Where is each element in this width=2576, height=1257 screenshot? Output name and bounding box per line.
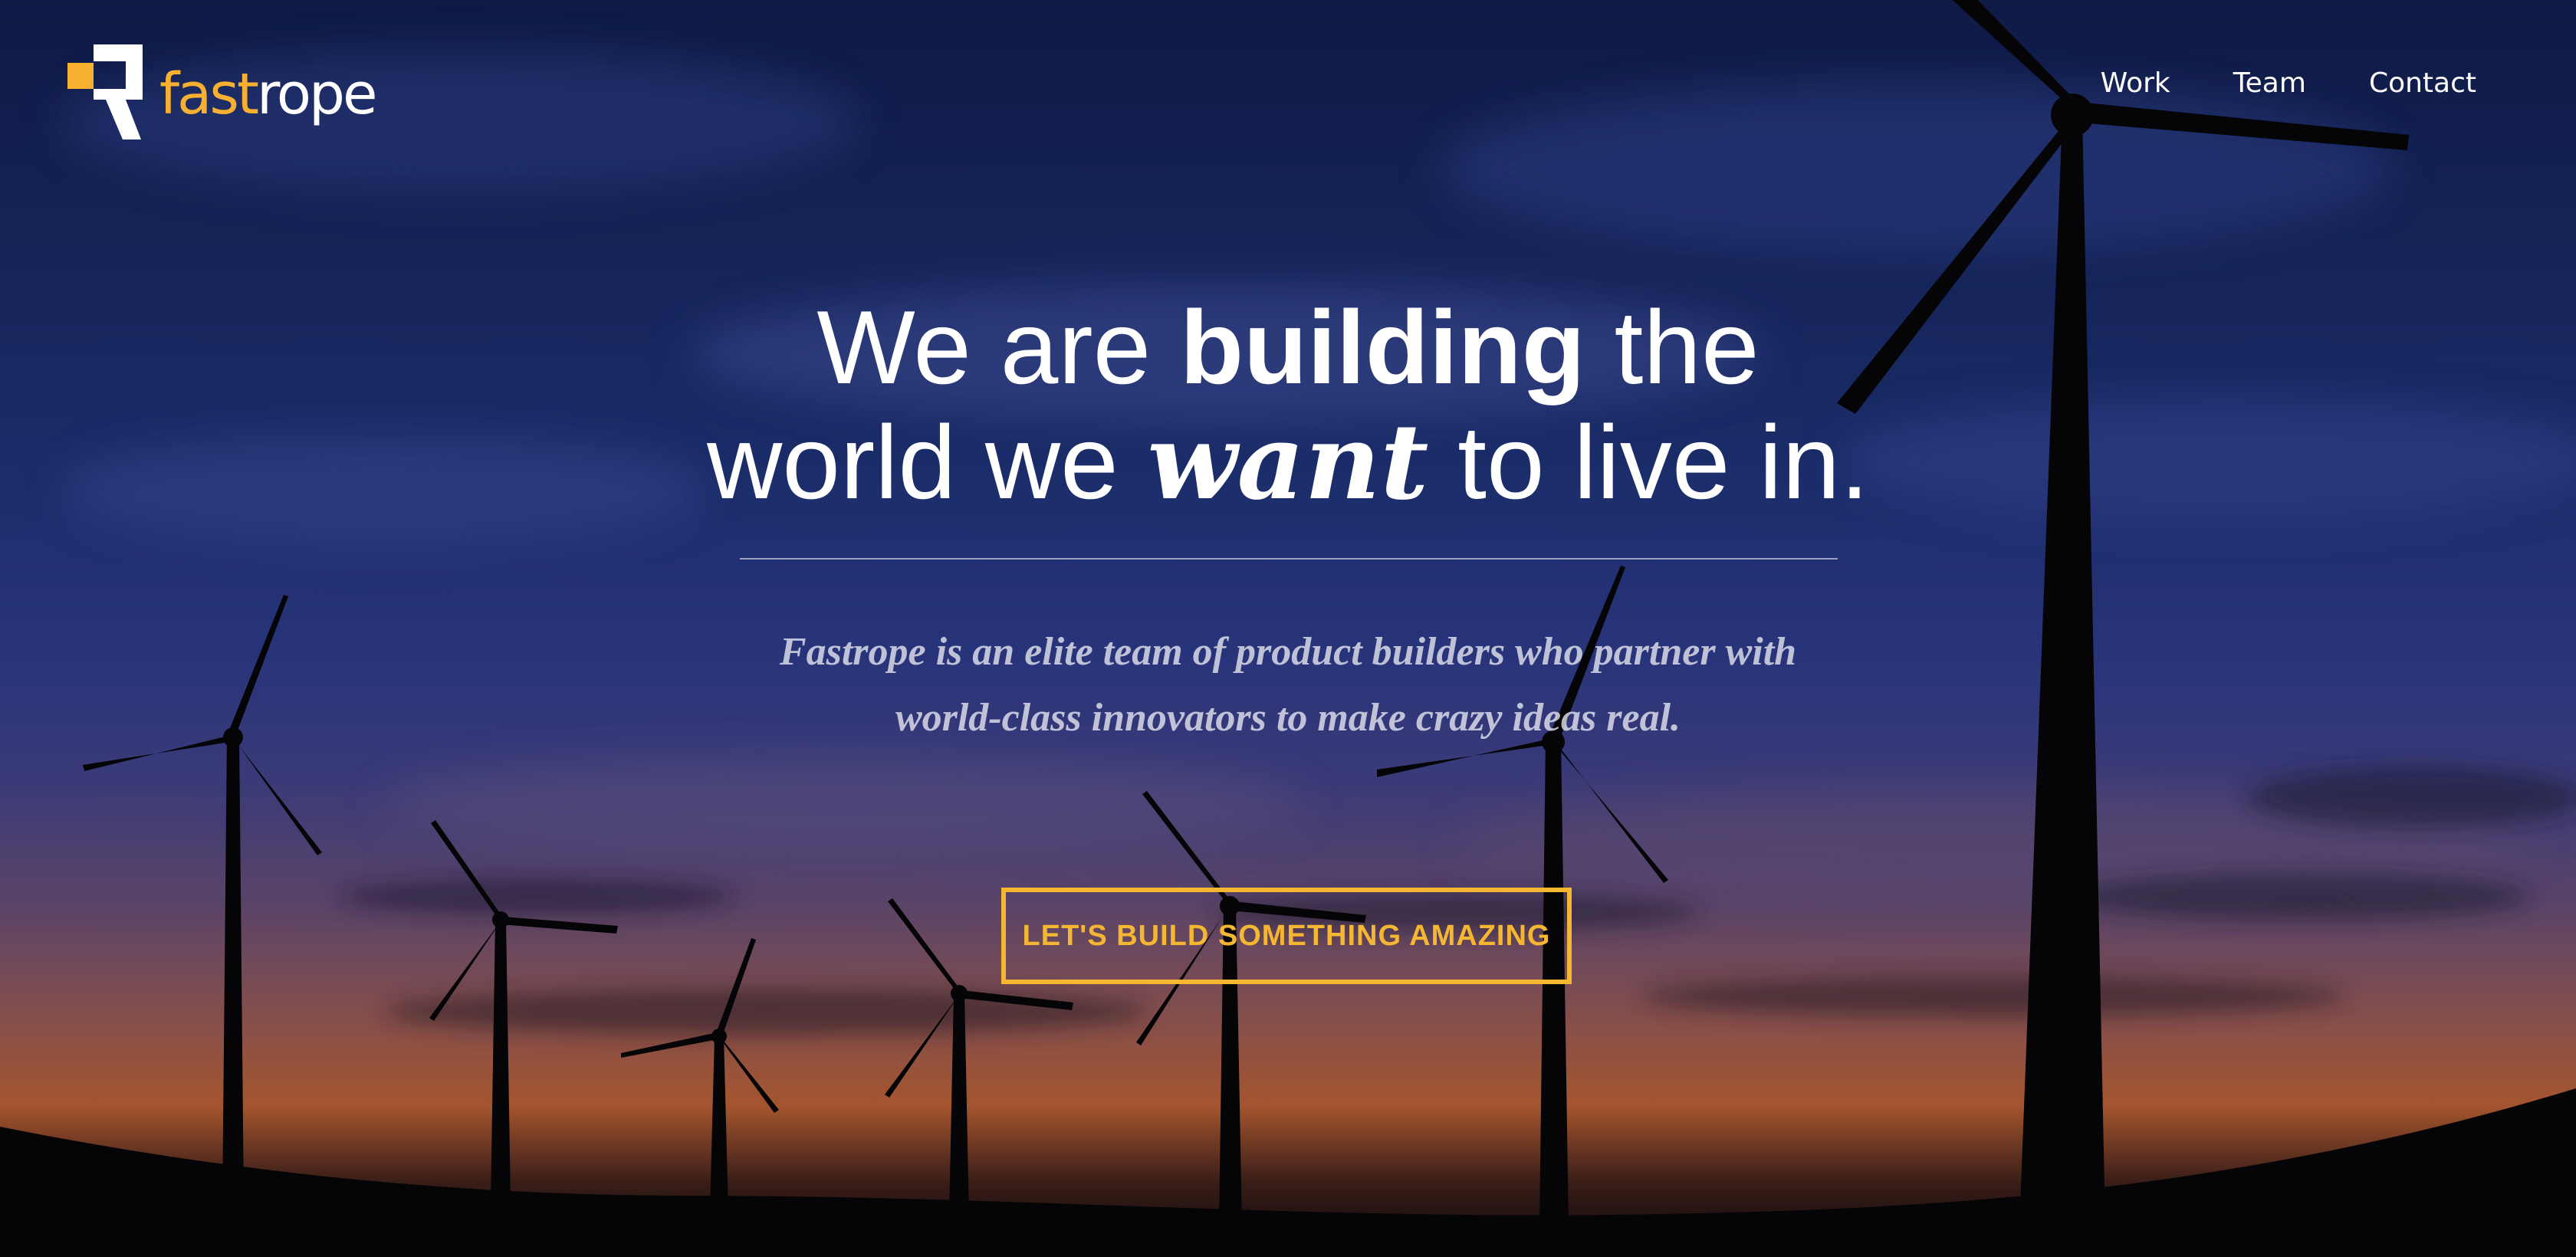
hero-section: fastrope Work Team Contact We are buildi… [0, 0, 2576, 1257]
tagline-line-2: world-class innovators to make crazy ide… [895, 696, 1681, 740]
nav-item-work[interactable]: Work [2101, 67, 2170, 99]
brand-wordmark: fastrope [159, 66, 378, 123]
nav-item-team[interactable]: Team [2233, 67, 2306, 99]
headline-text: the [1585, 289, 1760, 405]
cta-button[interactable]: LET'S BUILD SOMETHING AMAZING [1001, 888, 1572, 984]
nav-item-contact[interactable]: Contact [2369, 67, 2476, 99]
headline-emphasis-building: building [1180, 289, 1585, 405]
brand-name-fast: fast [159, 61, 259, 127]
headline-text: We are [816, 289, 1181, 405]
hero-headline: We are building the world we want to liv… [0, 290, 2576, 520]
hero-tagline: Fastrope is an elite team of product bui… [0, 619, 2576, 751]
main-nav: Work Team Contact [2101, 67, 2476, 99]
headline-line-1: We are building the [816, 289, 1759, 405]
headline-text: to live in. [1428, 404, 1869, 520]
brand-logo[interactable]: fastrope [67, 44, 378, 139]
headline-divider [740, 558, 1838, 560]
headline-line-2: world we want to live in. [707, 404, 1869, 520]
headline-text: world we [707, 404, 1148, 520]
tagline-line-1: Fastrope is an elite team of product bui… [779, 630, 1797, 674]
brand-name-rope: rope [256, 61, 378, 127]
fastrope-logo-icon [67, 44, 143, 139]
headline-emphasis-want: want [1147, 401, 1429, 523]
